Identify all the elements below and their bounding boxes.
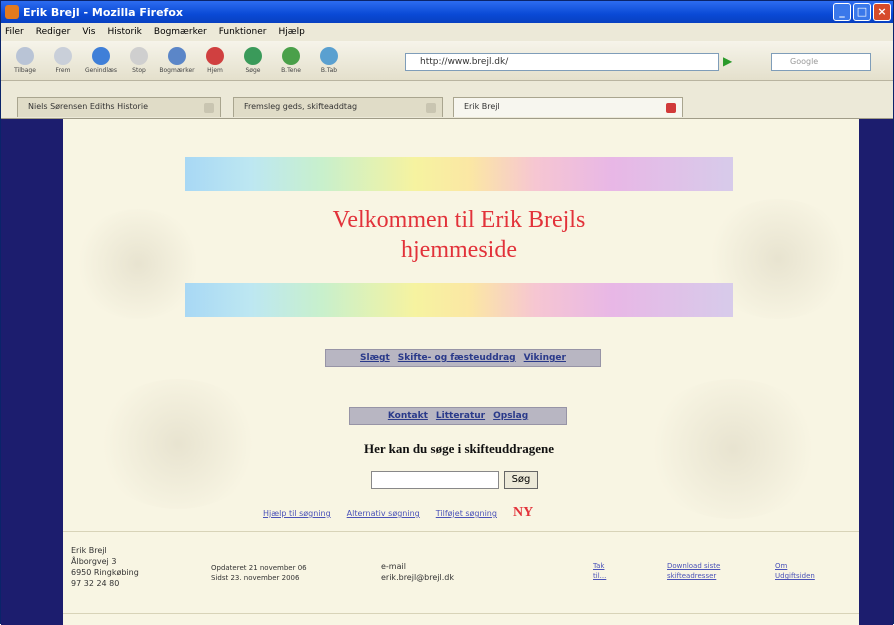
- nav-link-vikinger[interactable]: Vikinger: [524, 353, 566, 363]
- new-tab-button[interactable]: B.Tab: [311, 47, 347, 74]
- alternative-search-link[interactable]: Alternativ søgning: [347, 509, 420, 518]
- tab-close-icon[interactable]: [666, 103, 676, 113]
- nav-link-skifte[interactable]: Skifte- og fæsteuddrag: [398, 353, 516, 363]
- tab-3-active[interactable]: Erik Brejl: [453, 97, 683, 117]
- title-bar: Erik Brejl - Mozilla Firefox _ □ ×: [1, 1, 893, 23]
- bookmark-icon: [168, 47, 186, 65]
- home-icon: [206, 47, 224, 65]
- email-block: e-mail erik.brejl@brejl.dk: [381, 562, 454, 583]
- close-button[interactable]: ×: [873, 3, 891, 21]
- stop-button[interactable]: Stop: [121, 47, 157, 74]
- about-link[interactable]: Om Udgiftsiden: [775, 561, 815, 581]
- web-search-input[interactable]: Google: [771, 53, 871, 71]
- reload-icon: [92, 47, 110, 65]
- search-button[interactable]: Søge: [235, 47, 271, 74]
- back-icon: [16, 47, 34, 65]
- window-icon: [282, 47, 300, 65]
- back-button[interactable]: Tilbage: [7, 47, 43, 74]
- nav-link-slaegt[interactable]: Slægt: [360, 353, 390, 363]
- download-link[interactable]: Download siste skifteadresser: [667, 561, 720, 581]
- welcome-line-2: hjemmeside: [401, 237, 517, 263]
- search-input[interactable]: [371, 471, 499, 489]
- address-bar[interactable]: http://www.brejl.dk/: [405, 53, 719, 71]
- footer-bottom-divider: [63, 613, 859, 614]
- nav-menu-2: Kontakt Litteratur Opslag: [349, 407, 567, 425]
- tree-watermark: [93, 379, 263, 509]
- maximize-button[interactable]: □: [853, 3, 871, 21]
- new-badge: NY: [512, 505, 534, 520]
- go-arrow-icon[interactable]: ▶: [723, 54, 737, 68]
- tree-watermark: [643, 379, 823, 519]
- tab-1[interactable]: Niels Sørensen Ediths Historie: [17, 97, 221, 117]
- rainbow-bar-bottom: [185, 283, 733, 317]
- browser-window: Erik Brejl - Mozilla Firefox _ □ × Filer…: [0, 0, 894, 625]
- menu-help[interactable]: Hjælp: [279, 27, 305, 37]
- menu-bookmarks[interactable]: Bogmærker: [154, 27, 207, 37]
- tab-bar: Niels Sørensen Ediths Historie Fremsleg …: [1, 93, 893, 119]
- contact-address: Erik Brejl Ålborgvej 3 6950 Ringkøbing 9…: [71, 546, 139, 588]
- menu-view[interactable]: Vis: [82, 27, 95, 37]
- search-icon: [244, 47, 262, 65]
- menu-tools[interactable]: Funktioner: [219, 27, 267, 37]
- search-help-links: Hjælp til søgning Alternativ søgning Til…: [263, 505, 683, 521]
- reload-button[interactable]: Genindlæs: [83, 47, 119, 74]
- new-window-button[interactable]: B.Tene: [273, 47, 309, 74]
- window-controls: _ □ ×: [833, 3, 891, 21]
- nav-menu-1: Slægt Skifte- og fæsteuddrag Vikinger: [325, 349, 601, 367]
- stop-icon: [130, 47, 148, 65]
- menu-bar: Filer Rediger Vis Historik Bogmærker Fun…: [1, 23, 893, 41]
- welcome-heading: Velkommen til Erik Brejls hjemmeside: [263, 205, 655, 265]
- rainbow-bar-top: [185, 157, 733, 191]
- minimize-button[interactable]: _: [833, 3, 851, 21]
- tab-close-icon[interactable]: [204, 103, 214, 113]
- firefox-icon: [5, 5, 19, 19]
- search-heading: Her kan du søge i skifteuddragene: [363, 441, 555, 456]
- forward-button[interactable]: Frem: [45, 47, 81, 74]
- update-dates: Opdateret 21 november 06 Sidst 23. novem…: [211, 564, 307, 582]
- tab-close-icon[interactable]: [426, 103, 436, 113]
- nav-link-opslag[interactable]: Opslag: [493, 411, 528, 421]
- thanks-link[interactable]: Tak til...: [593, 561, 606, 581]
- email-link[interactable]: erik.brejl@brejl.dk: [381, 572, 454, 583]
- welcome-line-1: Velkommen til Erik Brejls: [332, 207, 586, 233]
- window-title: Erik Brejl - Mozilla Firefox: [23, 5, 183, 19]
- browser-content: Velkommen til Erik Brejls hjemmeside Slæ…: [1, 119, 893, 625]
- added-search-link[interactable]: Tilføjet søgning: [436, 509, 497, 518]
- menu-edit[interactable]: Rediger: [36, 27, 71, 37]
- footer-divider: [63, 531, 859, 532]
- nav-link-litteratur[interactable]: Litteratur: [436, 411, 485, 421]
- menu-file[interactable]: Filer: [5, 27, 24, 37]
- tab-2[interactable]: Fremsleg geds, skifteaddtag: [233, 97, 443, 117]
- tree-watermark: [73, 209, 203, 319]
- footer: Erik Brejl Ålborgvej 3 6950 Ringkøbing 9…: [63, 539, 859, 619]
- forward-icon: [54, 47, 72, 65]
- nav-link-kontakt[interactable]: Kontakt: [388, 411, 428, 421]
- bookmarks-button[interactable]: Bogmærker: [159, 47, 195, 74]
- help-search-link[interactable]: Hjælp til søgning: [263, 509, 331, 518]
- menu-history[interactable]: Historik: [107, 27, 141, 37]
- tab-icon: [320, 47, 338, 65]
- web-page: Velkommen til Erik Brejls hjemmeside Slæ…: [63, 119, 859, 625]
- home-button[interactable]: Hjem: [197, 47, 233, 74]
- search-submit-button[interactable]: Søg: [504, 471, 538, 489]
